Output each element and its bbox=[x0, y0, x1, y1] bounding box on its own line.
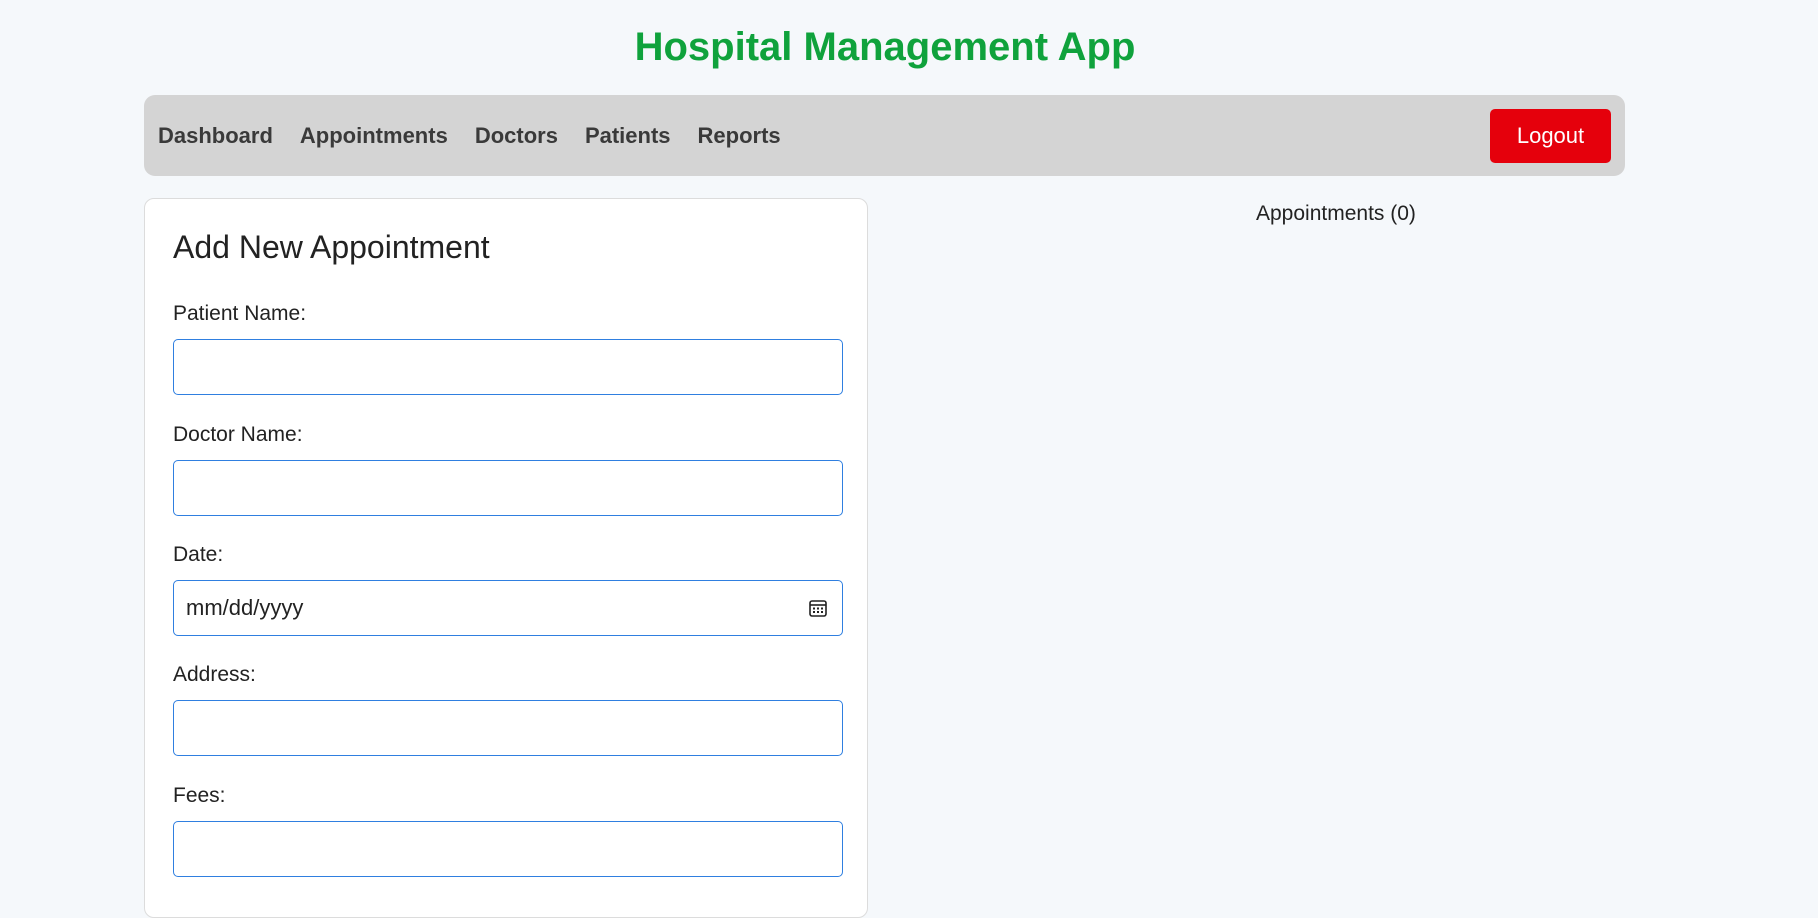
doctor-name-label: Doctor Name: bbox=[173, 423, 303, 446]
fees-label: Fees: bbox=[173, 784, 226, 807]
nav-links: Dashboard Appointments Doctors Patients … bbox=[158, 95, 781, 176]
calendar-icon[interactable] bbox=[808, 598, 828, 618]
form-title: Add New Appointment bbox=[173, 229, 490, 265]
date-placeholder: mm/dd/yyyy bbox=[186, 595, 304, 620]
date-label: Date: bbox=[173, 543, 224, 566]
nav-item-doctors[interactable]: Doctors bbox=[475, 123, 558, 149]
nav-item-dashboard[interactable]: Dashboard bbox=[158, 123, 273, 149]
nav-item-appointments[interactable]: Appointments bbox=[300, 123, 448, 149]
navbar: Dashboard Appointments Doctors Patients … bbox=[144, 95, 1625, 176]
logout-button[interactable]: Logout bbox=[1490, 109, 1611, 163]
app-title: Hospital Management App bbox=[634, 25, 1136, 69]
fees-input[interactable] bbox=[173, 821, 843, 877]
patient-name-input[interactable] bbox=[173, 339, 843, 395]
appointments-count: Appointments (0) bbox=[1256, 202, 1416, 225]
add-appointment-form: Add New Appointment Patient Name: Doctor… bbox=[144, 198, 868, 918]
nav-item-reports[interactable]: Reports bbox=[698, 123, 781, 149]
date-input[interactable]: mm/dd/yyyy bbox=[173, 580, 843, 636]
nav-item-patients[interactable]: Patients bbox=[585, 123, 671, 149]
doctor-name-input[interactable] bbox=[173, 460, 843, 516]
address-input[interactable] bbox=[173, 700, 843, 756]
address-label: Address: bbox=[173, 663, 256, 686]
patient-name-label: Patient Name: bbox=[173, 302, 307, 325]
